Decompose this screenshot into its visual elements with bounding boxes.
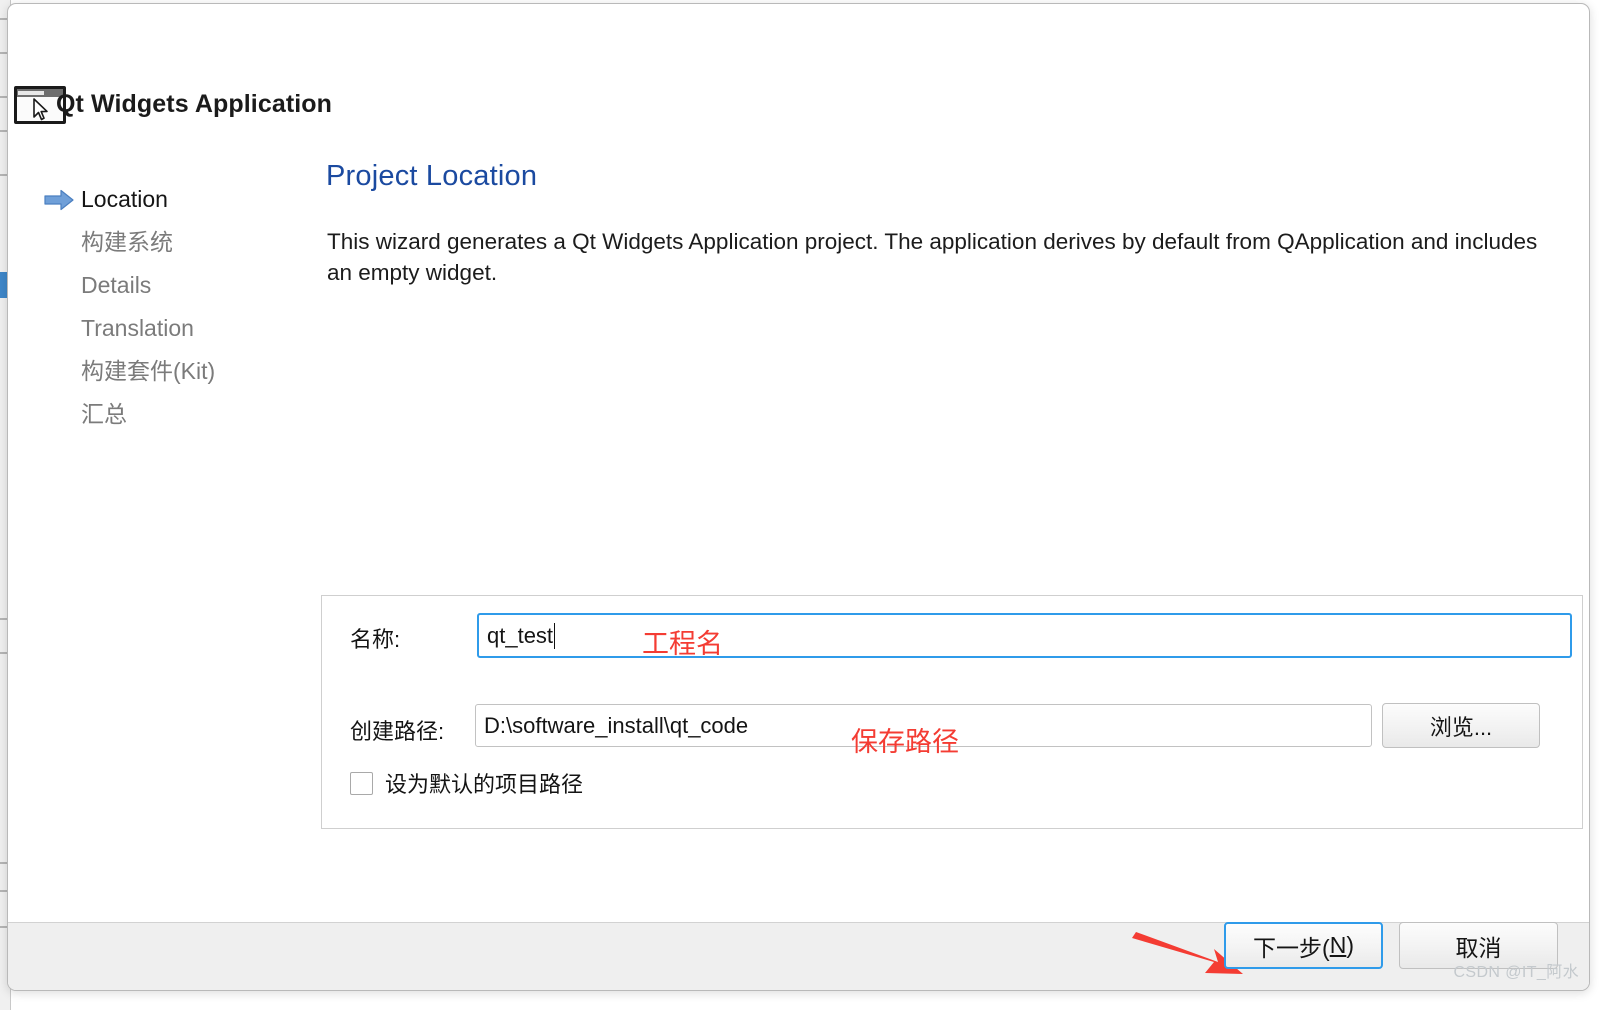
new-project-wizard-dialog: Qt Widgets Application Location 构建系统 Det… — [7, 3, 1590, 991]
nav-item-label: 汇总 — [81, 401, 127, 427]
nav-item-location[interactable]: Location — [8, 178, 308, 221]
csdn-watermark: CSDN @IT_阿水 — [1453, 964, 1579, 981]
nav-item-details[interactable]: Details — [8, 264, 308, 307]
nav-item-translation[interactable]: Translation — [8, 307, 308, 350]
text-caret — [554, 622, 556, 649]
next-button-label-suffix: ) — [1346, 932, 1354, 958]
page-title: Project Location — [326, 160, 538, 192]
nav-item-build-system[interactable]: 构建系统 — [8, 221, 308, 264]
dialog-title-row: Qt Widgets Application — [8, 76, 1589, 124]
nav-item-label: 构建套件(Kit) — [81, 358, 216, 384]
default-path-checkbox-row[interactable]: 设为默认的项目路径 — [350, 768, 583, 798]
nav-item-kit[interactable]: 构建套件(Kit) — [8, 350, 308, 393]
mouse-cursor-icon — [33, 98, 48, 121]
nav-item-summary[interactable]: 汇总 — [8, 393, 308, 436]
nav-item-label: 构建系统 — [81, 229, 173, 255]
nav-item-label: Location — [81, 186, 168, 212]
default-path-checkbox-label: 设为默认的项目路径 — [385, 772, 584, 797]
page-description: This wizard generates a Qt Widgets Appli… — [327, 229, 1538, 285]
blue-arrow-icon — [44, 189, 74, 211]
project-name-value: qt_test — [487, 622, 554, 648]
browse-button[interactable]: 浏览... — [1382, 703, 1540, 748]
annotation-project-name: 工程名 — [642, 629, 723, 659]
annotation-save-path: 保存路径 — [851, 727, 959, 757]
project-location-form: 名称: qt_test 创建路径: D:\software_install\qt… — [321, 595, 1583, 829]
default-path-checkbox[interactable] — [350, 771, 373, 795]
project-path-value: D:\software_install\qt_code — [484, 712, 749, 738]
next-button[interactable]: 下一步(N) — [1224, 922, 1383, 969]
nav-item-label: Details — [81, 272, 152, 298]
path-field-label: 创建路径: — [350, 719, 445, 744]
wizard-step-nav: Location 构建系统 Details Translation 构建套件(K… — [8, 178, 308, 436]
nav-item-label: Translation — [81, 315, 194, 341]
dialog-title: Qt Widgets Application — [56, 90, 333, 118]
name-field-label: 名称: — [350, 627, 401, 652]
next-button-label-prefix: 下一步( — [1253, 934, 1330, 961]
next-button-mnemonic: N — [1329, 932, 1347, 958]
